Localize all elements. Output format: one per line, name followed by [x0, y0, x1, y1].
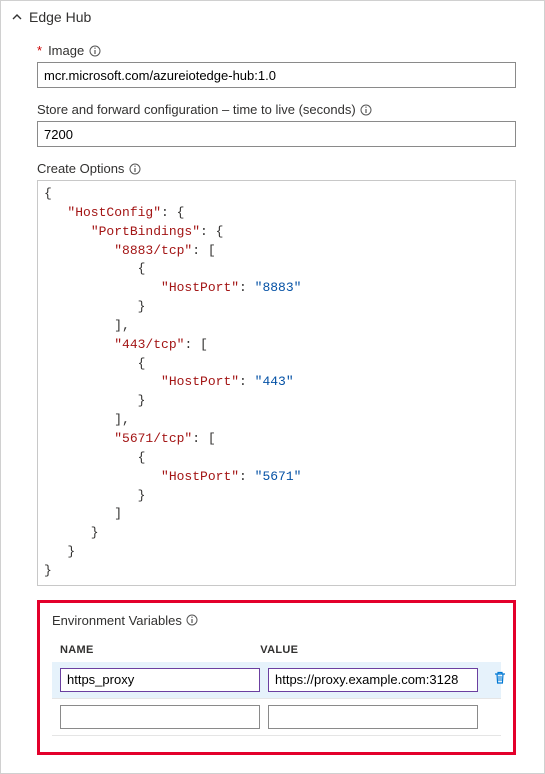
- env-value-input[interactable]: [268, 668, 478, 692]
- table-row: [52, 699, 501, 736]
- section-title: Edge Hub: [29, 9, 91, 25]
- image-field: * Image: [37, 43, 516, 88]
- env-vars-label: Environment Variables: [52, 613, 182, 628]
- image-label: Image: [48, 43, 84, 58]
- info-icon[interactable]: [128, 162, 141, 175]
- env-vars-table: NAME VALUE: [52, 638, 501, 736]
- info-icon[interactable]: [360, 103, 373, 116]
- table-header: NAME VALUE: [52, 638, 501, 662]
- create-options-field: Create Options { "HostConfig": { "PortBi…: [37, 161, 516, 586]
- info-icon[interactable]: [88, 44, 101, 57]
- create-options-label: Create Options: [37, 161, 124, 176]
- env-name-input[interactable]: [60, 668, 260, 692]
- env-name-input[interactable]: [60, 705, 260, 729]
- column-header-name: NAME: [56, 644, 248, 656]
- table-row: [52, 662, 501, 699]
- column-header-value: VALUE: [260, 644, 462, 656]
- delete-row-button[interactable]: [490, 670, 510, 690]
- info-icon[interactable]: [186, 614, 199, 627]
- trash-icon: [492, 670, 508, 689]
- env-value-input[interactable]: [268, 705, 478, 729]
- create-options-editor[interactable]: { "HostConfig": { "PortBindings": { "888…: [37, 180, 516, 586]
- chevron-up-icon: [11, 11, 23, 23]
- ttl-field: Store and forward configuration – time t…: [37, 102, 516, 147]
- environment-variables-section: Environment Variables NAME VALUE: [37, 600, 516, 755]
- image-input[interactable]: [37, 62, 516, 88]
- edge-hub-panel: Edge Hub * Image Store and forward confi…: [0, 0, 545, 774]
- ttl-label: Store and forward configuration – time t…: [37, 102, 356, 117]
- section-header[interactable]: Edge Hub: [1, 1, 544, 33]
- ttl-input[interactable]: [37, 121, 516, 147]
- required-marker: *: [37, 43, 42, 58]
